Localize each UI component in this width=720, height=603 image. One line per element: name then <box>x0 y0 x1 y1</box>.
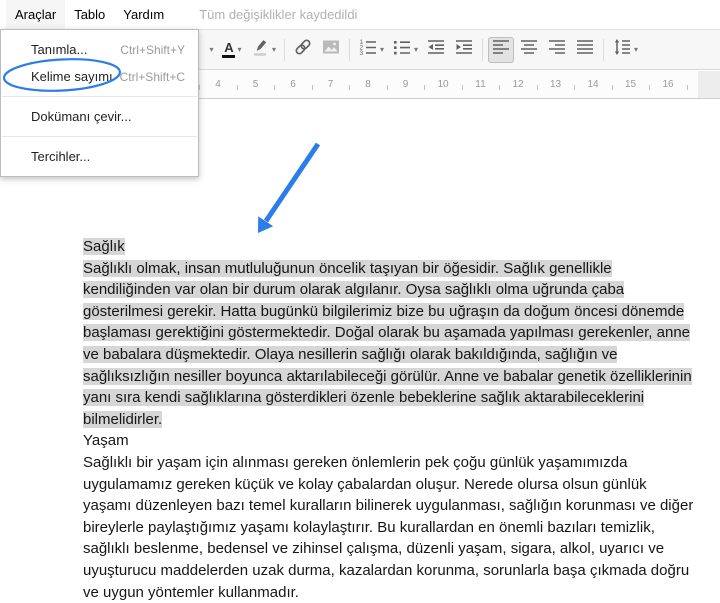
align-justify-icon <box>575 37 595 62</box>
ruler-tick <box>461 85 463 90</box>
menu-item-label: Tanımla... <box>31 42 88 57</box>
insert-image-button[interactable] <box>318 37 344 63</box>
menu-item-translate-document[interactable]: Dokümanı çevir... <box>1 103 198 130</box>
toolbar-separator <box>603 38 605 61</box>
menu-separator <box>2 136 197 137</box>
ruler-number: 13 <box>549 79 562 90</box>
menu-table[interactable]: Tablo <box>65 0 114 29</box>
ruler-number: 9 <box>402 79 409 90</box>
ruler-number: 14 <box>587 79 599 90</box>
save-status: Tüm değişiklikler kaydedildi <box>199 7 358 22</box>
image-icon <box>321 37 341 62</box>
ruler-tick <box>649 85 651 90</box>
ruler-number: 11 <box>475 79 486 90</box>
ruler-tick <box>349 85 351 90</box>
align-center-button[interactable] <box>516 37 542 63</box>
text-color-button[interactable]: A ▾ <box>219 37 245 63</box>
ruler-tick <box>236 85 238 90</box>
ruler-tick <box>499 85 501 90</box>
ruler-number: 16 <box>662 79 674 90</box>
ruler-number: 5 <box>252 79 259 90</box>
bullet-list-button[interactable]: ▾ <box>389 37 421 63</box>
menu-separator <box>2 96 197 97</box>
chevron-down-icon: ▾ <box>634 44 639 54</box>
tools-dropdown-menu: Tanımla... Ctrl+Shift+Y Kelime sayımı Ct… <box>0 29 199 177</box>
selected-text: Sağlık <box>83 238 125 255</box>
chevron-down-icon: ▾ <box>380 44 385 54</box>
menu-item-preferences[interactable]: Tercihler... <box>1 143 198 170</box>
menu-item-label: Tercihler... <box>31 149 91 164</box>
highlighter-icon <box>250 37 270 62</box>
menu-item-define[interactable]: Tanımla... Ctrl+Shift+Y <box>1 36 198 63</box>
text-color-icon: A <box>222 41 236 58</box>
menu-item-shortcut: Ctrl+Shift+Y <box>120 42 185 57</box>
align-right-icon <box>547 37 567 62</box>
menu-help[interactable]: Yardım <box>114 0 173 29</box>
doc-paragraph-1: Sağlıklı olmak, insan mutluluğunun öncel… <box>83 258 699 431</box>
ruler-number: 8 <box>365 79 371 90</box>
menu-bar: Araçlar Tablo Yardım Tüm değişiklikler k… <box>0 0 720 29</box>
doc-heading-saglik: Sağlık <box>83 236 699 258</box>
svg-text:3: 3 <box>360 50 364 57</box>
toolbar-partial-dropdown[interactable]: ▾ <box>204 37 217 63</box>
toolbar-separator <box>284 38 286 61</box>
indent-icon <box>454 37 474 62</box>
doc-heading-yasam: Yaşam <box>83 432 129 450</box>
menu-item-label: Kelime sayımı <box>31 69 113 84</box>
numbered-list-icon: 123 <box>358 37 378 62</box>
ruler-number: 4 <box>215 79 221 90</box>
align-center-icon <box>519 37 539 62</box>
ruler-tick <box>574 85 576 90</box>
insert-link-button[interactable] <box>290 37 316 63</box>
ruler-tick <box>199 85 201 90</box>
menu-item-word-count[interactable]: Kelime sayımı Ctrl+Shift+C <box>1 63 198 90</box>
menu-tools[interactable]: Araçlar <box>6 0 66 29</box>
align-justify-button[interactable] <box>572 37 598 63</box>
document-editor[interactable]: Sağlık Sağlıklı olmak, insan mutluluğunu… <box>83 236 699 603</box>
chevron-down-icon: ▾ <box>237 44 242 54</box>
numbered-list-button[interactable]: 123 ▾ <box>355 37 387 63</box>
ruler-tick <box>274 85 276 90</box>
ruler-tick <box>386 85 388 90</box>
align-right-button[interactable] <box>544 37 570 63</box>
line-spacing-button[interactable]: ▾ <box>609 37 641 63</box>
ruler-tick <box>536 85 538 90</box>
outdent-button[interactable] <box>423 37 449 63</box>
ruler-number: 6 <box>290 79 296 90</box>
ruler-number: 12 <box>512 79 524 90</box>
ruler-tick <box>611 85 613 90</box>
doc-paragraph-2: Sağlıklı bir yaşam için alınması gereken… <box>83 453 694 601</box>
selected-text: Sağlıklı olmak, insan mutluluğunun öncel… <box>83 259 692 428</box>
outdent-icon <box>426 37 446 62</box>
menu-item-label: Dokümanı çevir... <box>31 109 132 124</box>
ruler-number: 15 <box>624 79 637 90</box>
line-spacing-icon <box>612 37 632 62</box>
ruler-tick <box>311 85 313 90</box>
highlight-color-button[interactable]: ▾ <box>247 37 279 63</box>
align-left-icon <box>491 37 511 62</box>
align-left-button[interactable] <box>488 36 515 63</box>
bullet-list-icon <box>392 37 412 62</box>
toolbar-separator <box>349 38 351 61</box>
chevron-down-icon: ▾ <box>209 44 214 54</box>
ruler-tick <box>686 85 688 90</box>
menu-item-shortcut: Ctrl+Shift+C <box>119 69 185 84</box>
ruler-number: 10 <box>437 79 449 90</box>
link-icon <box>293 37 313 62</box>
ruler-number: 7 <box>327 79 334 90</box>
chevron-down-icon: ▾ <box>414 44 419 54</box>
indent-button[interactable] <box>451 37 477 63</box>
toolbar-separator <box>482 38 484 61</box>
ruler-tick <box>424 85 426 90</box>
chevron-down-icon: ▾ <box>272 44 277 54</box>
